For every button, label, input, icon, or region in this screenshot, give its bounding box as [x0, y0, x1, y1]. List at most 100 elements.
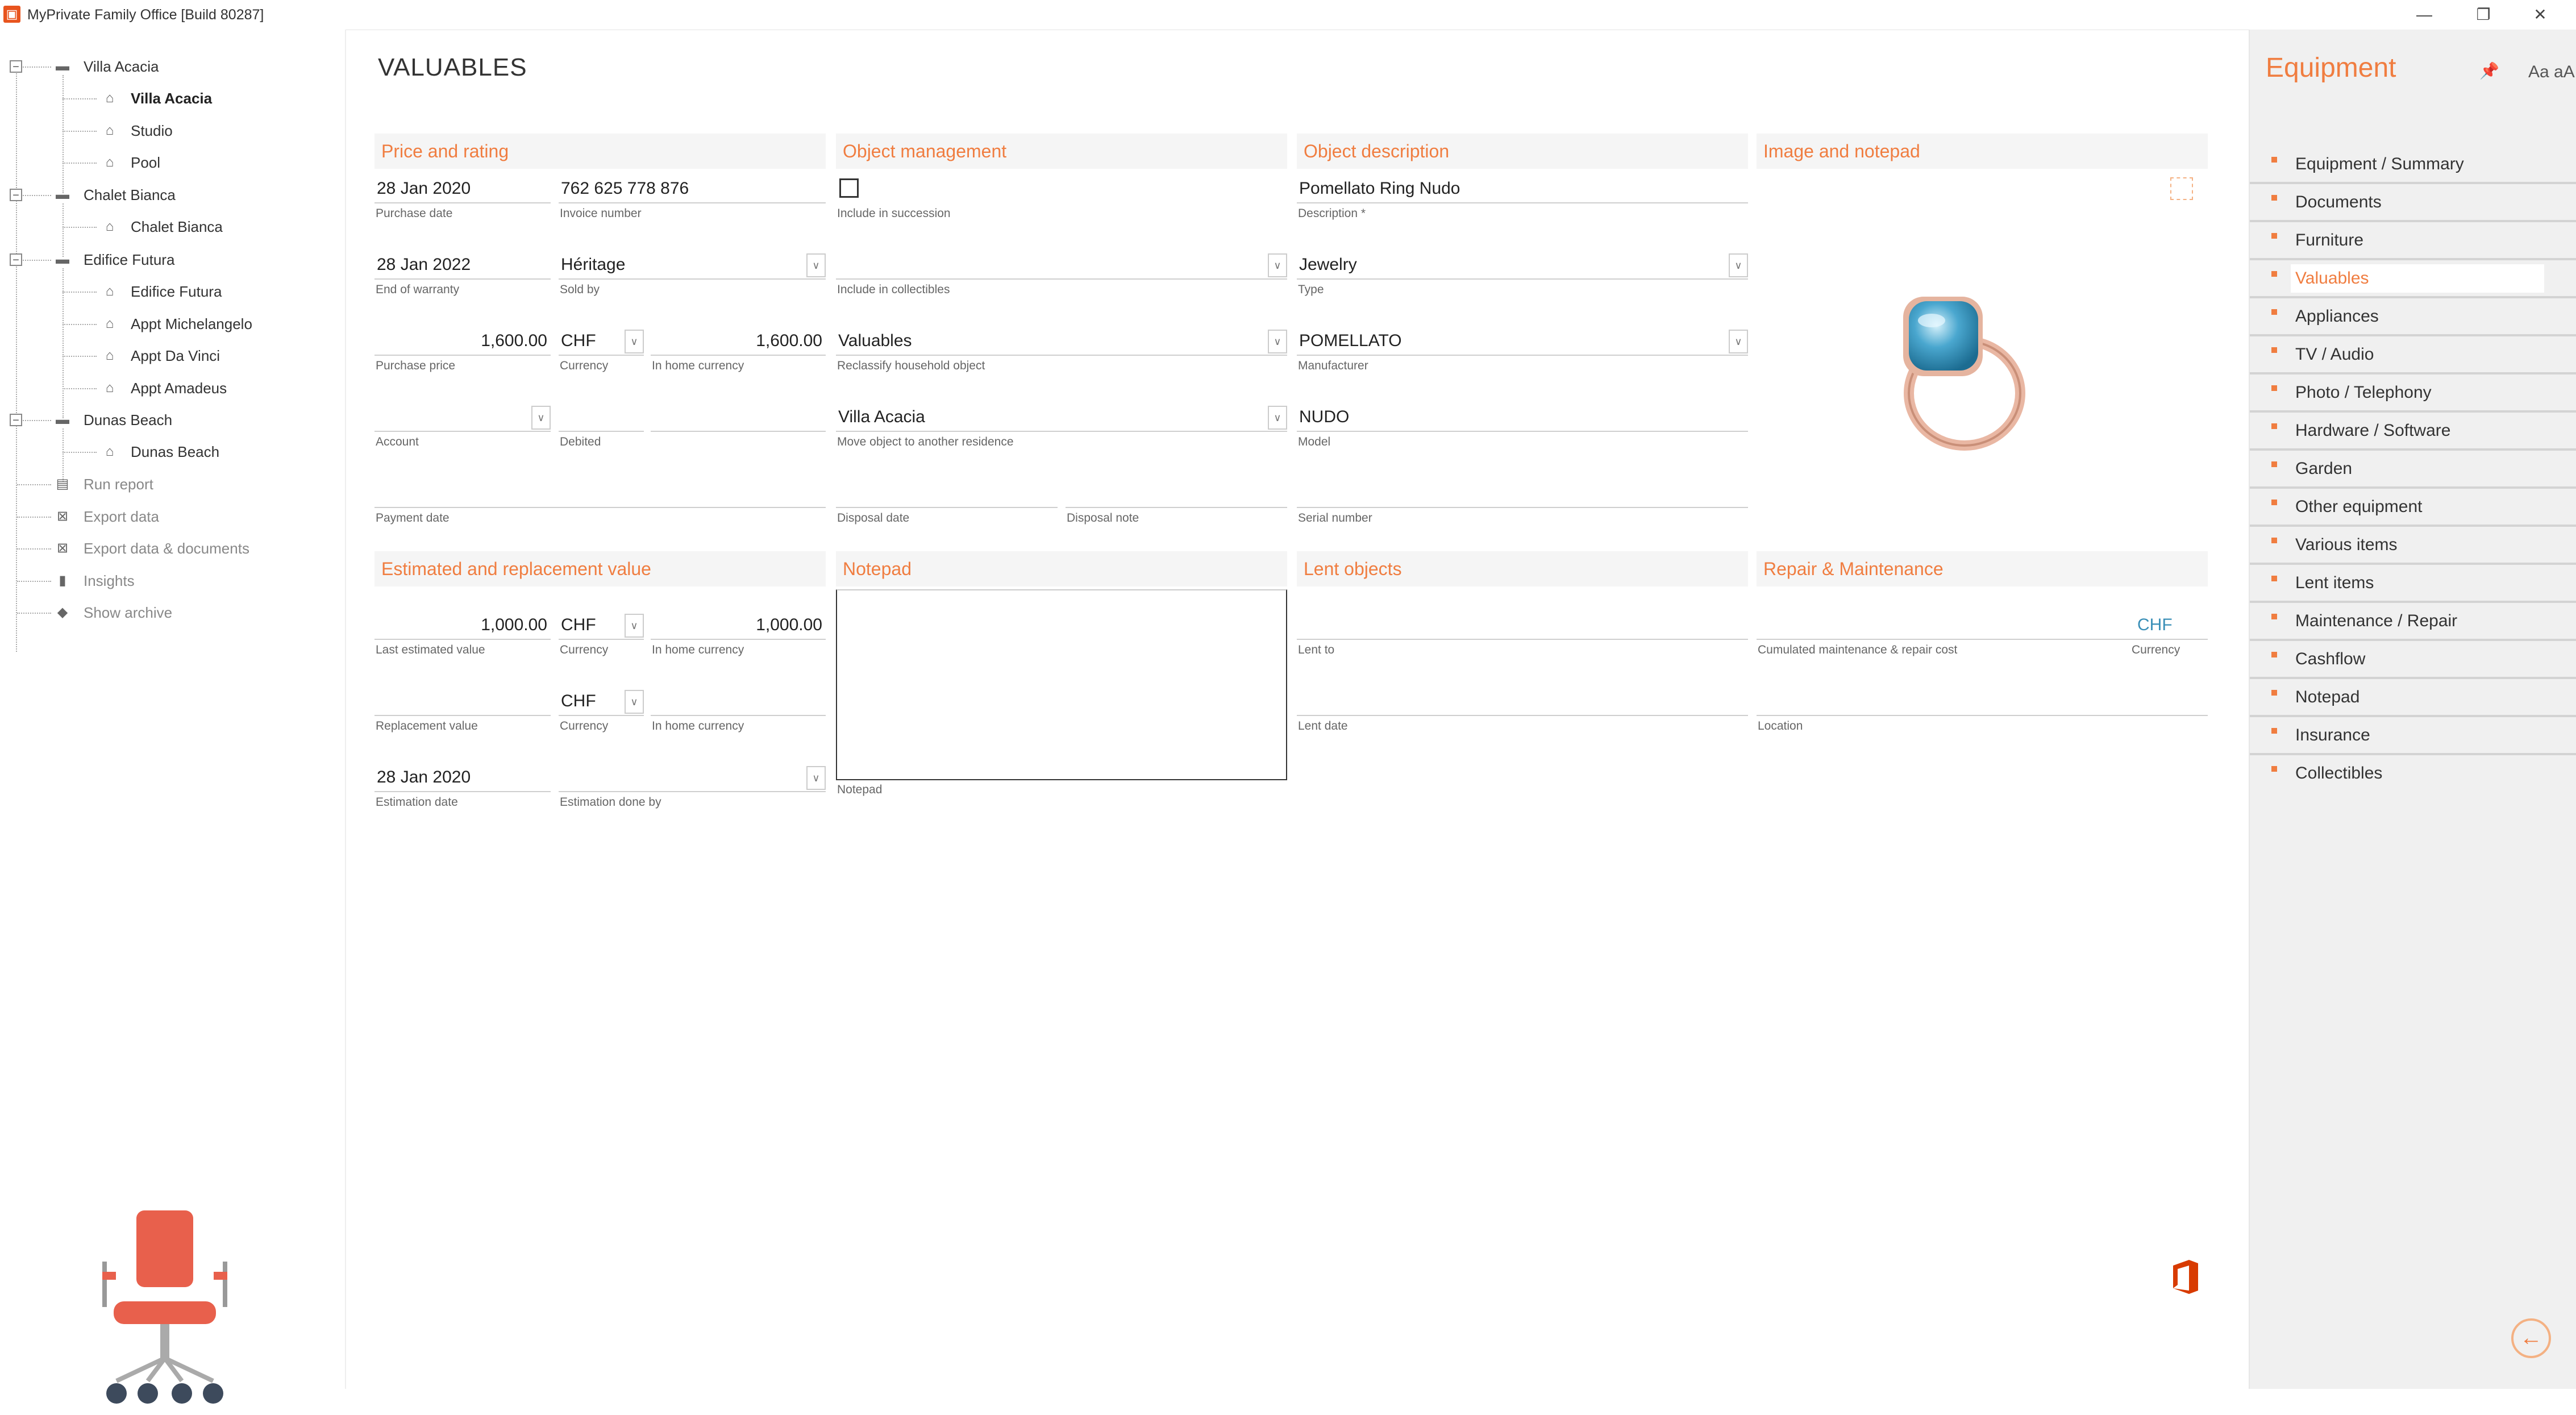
nav-item-photo-telephony[interactable]: Photo / Telephony — [2250, 376, 2576, 413]
font-size-toggle[interactable]: Aa aA — [2528, 63, 2575, 82]
sold-by-value[interactable]: Héritage — [559, 250, 826, 280]
sold-by-field[interactable]: Héritage ∨ Sold by — [559, 250, 826, 301]
type-field[interactable]: Jewelry ∨ Type — [1297, 250, 1748, 301]
model-field[interactable]: NUDO Model — [1297, 402, 1748, 453]
currency-field[interactable]: CHF ∨ Currency — [559, 326, 644, 377]
debited-field[interactable]: Debited — [559, 402, 644, 453]
cumulated-maintenance-value[interactable] — [1757, 610, 2120, 640]
maintenance-currency-value[interactable]: CHF — [2120, 610, 2208, 640]
description-value[interactable]: Pomellato Ring Nudo — [1297, 174, 1748, 203]
chevron-down-icon[interactable]: ∨ — [806, 766, 826, 790]
serial-number-value[interactable] — [1297, 478, 1748, 508]
move-residence-field[interactable]: Villa Acacia ∨ Move object to another re… — [836, 402, 1287, 453]
end-of-warranty-value[interactable]: 28 Jan 2022 — [374, 250, 551, 280]
home-currency-field[interactable]: 1,600.00 In home currency — [651, 326, 826, 377]
last-estimated-value-field[interactable]: 1,000.00 Last estimated value — [374, 610, 551, 661]
reclassify-field[interactable]: Valuables ∨ Reclassify household object — [836, 326, 1287, 377]
estimation-date-value[interactable]: 28 Jan 2020 — [374, 763, 551, 792]
estimation-by-value[interactable] — [559, 763, 826, 792]
office-logo-icon[interactable] — [2170, 1259, 2202, 1295]
include-collectibles-field[interactable]: ∨ Include in collectibles — [836, 250, 1287, 301]
nav-item-documents[interactable]: Documents — [2250, 186, 2576, 222]
disposal-date-value[interactable] — [836, 478, 1058, 508]
tree-item-appt-da-vinci[interactable]: Appt Da Vinci — [131, 347, 220, 365]
minimize-button[interactable]: — — [2407, 3, 2441, 26]
move-residence-value[interactable]: Villa Acacia — [836, 402, 1287, 432]
nav-item-lent-items[interactable]: Lent items — [2250, 567, 2576, 603]
last-estimated-value[interactable]: 1,000.00 — [374, 610, 551, 640]
manufacturer-value[interactable]: POMELLATO — [1297, 326, 1748, 356]
image-select-box[interactable] — [2170, 177, 2193, 200]
nav-item-hardware-software[interactable]: Hardware / Software — [2250, 414, 2576, 451]
estimate-home-currency-field[interactable]: 1,000.00 In home currency — [651, 610, 826, 661]
disposal-date-field[interactable]: Disposal date — [836, 478, 1058, 530]
chevron-down-icon[interactable]: ∨ — [1268, 330, 1287, 353]
account-field[interactable]: ∨ Account — [374, 402, 551, 453]
chevron-down-icon[interactable]: ∨ — [1729, 330, 1748, 353]
action-export-data-documents[interactable]: Export data & documents — [84, 540, 249, 557]
lent-to-field[interactable]: Lent to — [1297, 610, 1748, 661]
location-value[interactable] — [1757, 686, 2208, 716]
nav-item-furniture[interactable]: Furniture — [2250, 224, 2576, 260]
chevron-down-icon[interactable]: ∨ — [625, 614, 644, 638]
chevron-down-icon[interactable]: ∨ — [531, 406, 551, 430]
nav-item-equipment-summary[interactable]: Equipment / Summary — [2250, 148, 2576, 184]
invoice-number-field[interactable]: 762 625 778 876 Invoice number — [559, 174, 826, 225]
purchase-price-value[interactable]: 1,600.00 — [374, 326, 551, 356]
close-button[interactable]: ✕ — [2523, 3, 2557, 26]
payment-date-field[interactable]: Payment date — [374, 478, 826, 530]
lent-to-value[interactable] — [1297, 610, 1748, 640]
debited-value[interactable] — [559, 402, 644, 432]
nav-item-maintenance-repair[interactable]: Maintenance / Repair — [2250, 605, 2576, 641]
manufacturer-field[interactable]: POMELLATO ∨ Manufacturer — [1297, 326, 1748, 377]
tree-collapse-toggle[interactable]: − — [10, 253, 22, 266]
chevron-down-icon[interactable]: ∨ — [625, 690, 644, 714]
lent-date-field[interactable]: Lent date — [1297, 686, 1748, 738]
notepad-textarea[interactable] — [836, 589, 1287, 780]
account-value[interactable] — [374, 402, 551, 432]
estimate-currency-field[interactable]: CHF ∨ Currency — [559, 610, 644, 661]
home-currency-value[interactable]: 1,600.00 — [651, 326, 826, 356]
action-show-archive[interactable]: Show archive — [84, 604, 172, 622]
chevron-down-icon[interactable]: ∨ — [1268, 406, 1287, 430]
back-button[interactable]: ← — [2511, 1318, 2551, 1358]
tree-item-appt-michelangelo[interactable]: Appt Michelangelo — [131, 315, 252, 333]
tree-group-dunas-beach[interactable]: Dunas Beach — [84, 411, 172, 429]
nav-item-other-equipment[interactable]: Other equipment — [2250, 490, 2576, 527]
tree-item-villa-acacia[interactable]: Villa Acacia — [131, 90, 212, 107]
chevron-down-icon[interactable]: ∨ — [1729, 253, 1748, 277]
tree-item-edifice-futura[interactable]: Edifice Futura — [131, 283, 222, 301]
tree-group-edifice-futura[interactable]: Edifice Futura — [84, 251, 174, 269]
estimate-home-currency-value[interactable]: 1,000.00 — [651, 610, 826, 640]
tree-group-chalet-bianca[interactable]: Chalet Bianca — [84, 186, 176, 204]
end-of-warranty-field[interactable]: 28 Jan 2022 End of warranty — [374, 250, 551, 301]
action-insights[interactable]: Insights — [84, 572, 135, 590]
nav-item-notepad[interactable]: Notepad — [2250, 681, 2576, 717]
nav-item-cashflow[interactable]: Cashflow — [2250, 643, 2576, 679]
tree-group-villa-acacia[interactable]: Villa Acacia — [84, 58, 159, 76]
type-value[interactable]: Jewelry — [1297, 250, 1748, 280]
disposal-note-value[interactable] — [1066, 478, 1287, 508]
chevron-down-icon[interactable]: ∨ — [806, 253, 826, 277]
pin-icon[interactable]: 📌 — [2479, 61, 2499, 80]
nav-item-garden[interactable]: Garden — [2250, 452, 2576, 489]
nav-item-collectibles[interactable]: Collectibles — [2250, 757, 2576, 793]
disposal-note-field[interactable]: Disposal note — [1066, 478, 1287, 530]
include-collectibles-value[interactable] — [836, 250, 1287, 280]
serial-number-field[interactable]: Serial number — [1297, 478, 1748, 530]
tree-item-chalet-bianca[interactable]: Chalet Bianca — [131, 218, 223, 236]
estimation-date-field[interactable]: 28 Jan 2020 Estimation date — [374, 763, 551, 814]
replacement-home-currency-field[interactable]: In home currency — [651, 686, 826, 738]
maintenance-currency-field[interactable]: CHF Currency — [2120, 610, 2208, 661]
lent-date-value[interactable] — [1297, 686, 1748, 716]
chevron-down-icon[interactable]: ∨ — [1268, 253, 1287, 277]
nav-item-appliances[interactable]: Appliances — [2250, 300, 2576, 336]
nav-item-tv-audio[interactable]: TV / Audio — [2250, 338, 2576, 374]
tree-collapse-toggle[interactable]: − — [10, 60, 22, 73]
tree-collapse-toggle[interactable]: − — [10, 414, 22, 426]
debited-amount-value[interactable] — [651, 402, 826, 432]
action-export-data[interactable]: Export data — [84, 508, 159, 526]
restore-button[interactable]: ❐ — [2466, 3, 2500, 26]
tree-item-pool[interactable]: Pool — [131, 154, 160, 172]
payment-date-value[interactable] — [374, 478, 826, 508]
